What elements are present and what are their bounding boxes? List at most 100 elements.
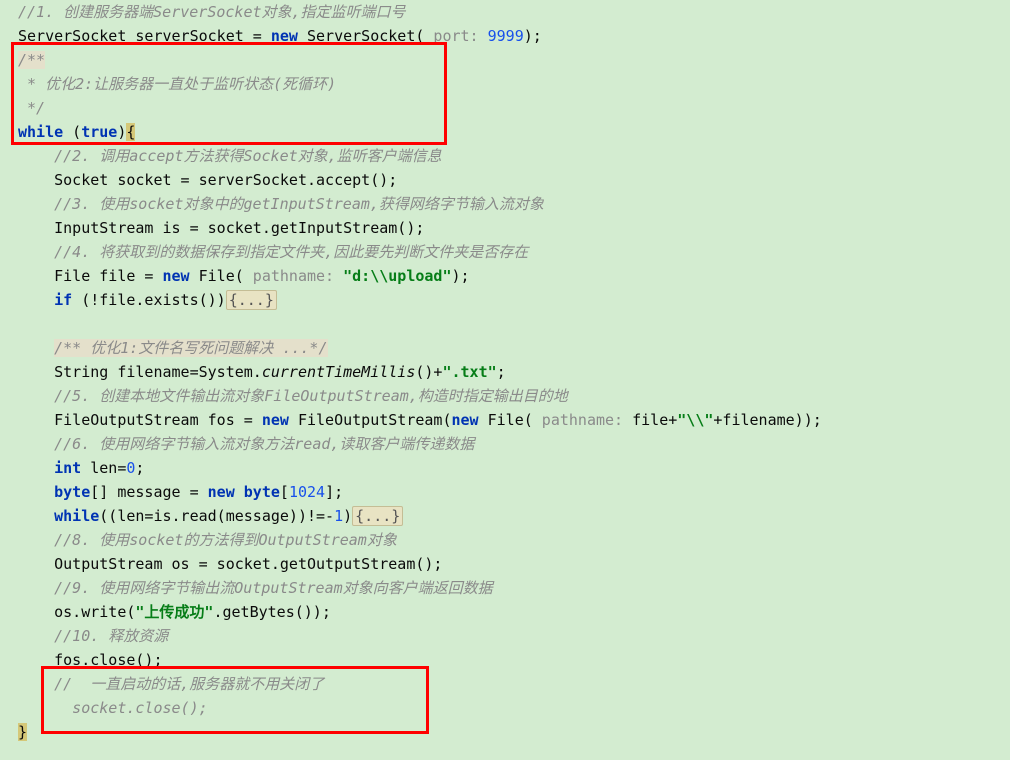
code-text: )	[343, 507, 352, 525]
keyword-true: true	[81, 123, 117, 141]
code-line: //4. 将获取到的数据保存到指定文件夹,因此要先判断文件夹是否存在	[18, 240, 1010, 264]
brace: }	[18, 723, 27, 741]
code-text: ()+	[415, 363, 442, 381]
code-text: [] message =	[90, 483, 207, 501]
comment: //5. 创建本地文件输出流对象FileOutputStream,构造时指定输出…	[54, 387, 568, 405]
keyword-new: new	[452, 411, 479, 429]
code-line: FileOutputStream fos = new FileOutputStr…	[18, 408, 1010, 432]
code-text: len=	[81, 459, 126, 477]
code-text: file+	[632, 411, 677, 429]
code-text: OutputStream os = socket.getOutputStream…	[54, 555, 442, 573]
keyword-if: if	[54, 291, 72, 309]
code-line: //8. 使用socket的方法得到OutputStream对象	[18, 528, 1010, 552]
javadoc-comment: /** 优化1:文件名写死问题解决 ...*/	[54, 339, 327, 357]
code-line: }	[18, 720, 1010, 744]
static-method: currentTimeMillis	[262, 363, 416, 381]
code-text: ((len=is.read(message))!=-	[99, 507, 334, 525]
param-hint: port:	[424, 27, 487, 45]
code-text: ServerSocket(	[298, 27, 424, 45]
code-text: FileOutputStream fos =	[54, 411, 262, 429]
code-line: //3. 使用socket对象中的getInputStream,获得网络字节输入…	[18, 192, 1010, 216]
string-literal: ".txt"	[442, 363, 496, 381]
comment: //8. 使用socket的方法得到OutputStream对象	[54, 531, 397, 549]
code-line: socket.close();	[18, 696, 1010, 720]
code-text: Socket socket = serverSocket.accept();	[54, 171, 397, 189]
code-text: ServerSocket serverSocket =	[18, 27, 271, 45]
code-line: //6. 使用网络字节输入流对象方法read,读取客户端传递数据	[18, 432, 1010, 456]
code-line: //10. 释放资源	[18, 624, 1010, 648]
code-line: int len=0;	[18, 456, 1010, 480]
code-text: fos.close();	[54, 651, 162, 669]
param-hint: pathname:	[244, 267, 343, 285]
comment: // 一直启动的话,服务器就不用关闭了	[54, 675, 324, 693]
code-text: (	[63, 123, 81, 141]
code-line: */	[18, 96, 1010, 120]
code-line: byte[] message = new byte[1024];	[18, 480, 1010, 504]
keyword-while: while	[54, 507, 99, 525]
keyword-while: while	[18, 123, 63, 141]
code-line: //1. 创建服务器端ServerSocket对象,指定监听端口号	[18, 0, 1010, 24]
comment: //9. 使用网络字节输出流OutputStream对象向客户端返回数据	[54, 579, 493, 597]
blank-line	[18, 312, 1010, 336]
keyword-new: new	[271, 27, 298, 45]
number-literal: 1024	[289, 483, 325, 501]
code-text: ;	[135, 459, 144, 477]
code-fold[interactable]: {...}	[226, 290, 277, 310]
code-line: OutputStream os = socket.getOutputStream…	[18, 552, 1010, 576]
number-literal: 1	[334, 507, 343, 525]
string-literal: "d:\\upload"	[343, 267, 451, 285]
code-line: // 一直启动的话,服务器就不用关闭了	[18, 672, 1010, 696]
number-literal: 9999	[488, 27, 524, 45]
comment: //1. 创建服务器端ServerSocket对象,指定监听端口号	[18, 3, 406, 21]
javadoc-comment: * 优化2:让服务器一直处于监听状态(死循环)	[18, 75, 336, 93]
code-text	[235, 483, 244, 501]
code-line: /**	[18, 48, 1010, 72]
code-line: //2. 调用accept方法获得Socket对象,监听客户端信息	[18, 144, 1010, 168]
code-text: ];	[325, 483, 343, 501]
keyword-byte: byte	[54, 483, 90, 501]
comment: //3. 使用socket对象中的getInputStream,获得网络字节输入…	[54, 195, 544, 213]
comment: //4. 将获取到的数据保存到指定文件夹,因此要先判断文件夹是否存在	[54, 243, 528, 261]
keyword-byte: byte	[244, 483, 280, 501]
brace: {	[126, 123, 135, 141]
keyword-new: new	[163, 267, 190, 285]
code-text: File file =	[54, 267, 162, 285]
keyword-new: new	[262, 411, 289, 429]
code-line: while((len=is.read(message))!=-1){...}	[18, 504, 1010, 528]
code-text: .getBytes());	[213, 603, 330, 621]
code-fold[interactable]: {...}	[352, 506, 403, 526]
code-line: File file = new File( pathname: "d:\\upl…	[18, 264, 1010, 288]
comment: //10. 释放资源	[54, 627, 168, 645]
code-line: /** 优化1:文件名写死问题解决 ...*/	[18, 336, 1010, 360]
code-editor: //1. 创建服务器端ServerSocket对象,指定监听端口号 Server…	[0, 0, 1010, 744]
code-line: * 优化2:让服务器一直处于监听状态(死循环)	[18, 72, 1010, 96]
code-text: );	[452, 267, 470, 285]
javadoc-comment: */	[18, 99, 45, 117]
code-line: //9. 使用网络字节输出流OutputStream对象向客户端返回数据	[18, 576, 1010, 600]
code-line: fos.close();	[18, 648, 1010, 672]
code-line: while (true){	[18, 120, 1010, 144]
code-line: if (!file.exists()){...}	[18, 288, 1010, 312]
code-text: +filename));	[713, 411, 821, 429]
code-line: ServerSocket serverSocket = new ServerSo…	[18, 24, 1010, 48]
code-line: //5. 创建本地文件输出流对象FileOutputStream,构造时指定输出…	[18, 384, 1010, 408]
code-text: File(	[190, 267, 244, 285]
string-literal: "上传成功"	[135, 603, 213, 621]
string-literal: "\\"	[677, 411, 713, 429]
keyword-new: new	[208, 483, 235, 501]
code-text: [	[280, 483, 289, 501]
code-line: InputStream is = socket.getInputStream()…	[18, 216, 1010, 240]
code-text: InputStream is = socket.getInputStream()…	[54, 219, 424, 237]
code-text: ;	[497, 363, 506, 381]
comment: //6. 使用网络字节输入流对象方法read,读取客户端传递数据	[54, 435, 474, 453]
code-line: os.write("上传成功".getBytes());	[18, 600, 1010, 624]
code-text: );	[524, 27, 542, 45]
keyword-int: int	[54, 459, 81, 477]
code-line: String filename=System.currentTimeMillis…	[18, 360, 1010, 384]
code-text: String filename=System.	[54, 363, 262, 381]
javadoc-comment: /**	[18, 51, 45, 69]
param-hint: pathname:	[533, 411, 632, 429]
code-text: File(	[479, 411, 533, 429]
code-text: os.write(	[54, 603, 135, 621]
comment: socket.close();	[54, 699, 208, 717]
